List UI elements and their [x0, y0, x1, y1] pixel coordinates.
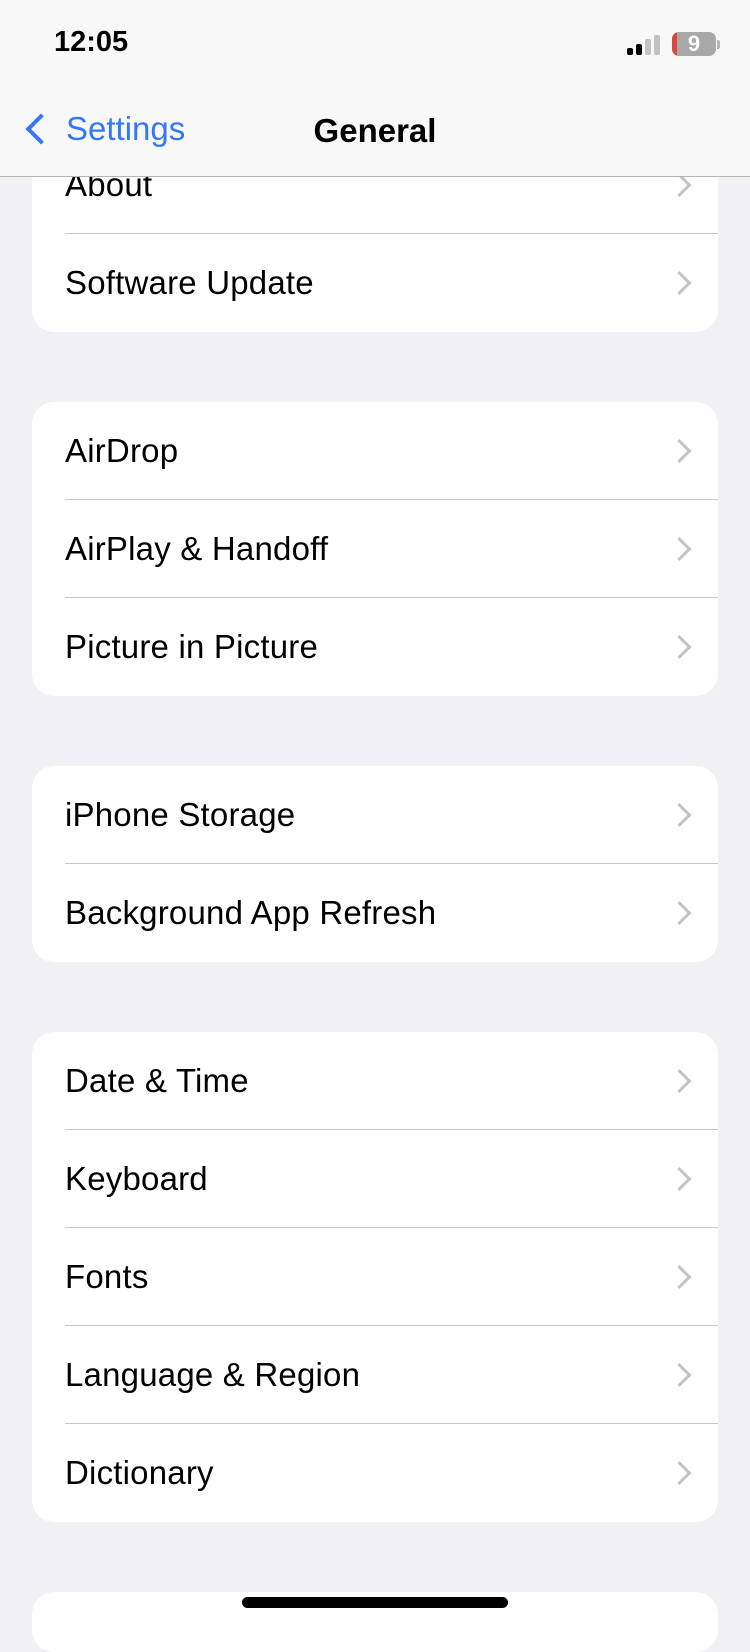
row-label: Dictionary: [65, 1454, 214, 1491]
row-label: Date & Time: [65, 1062, 249, 1099]
row-date-time[interactable]: Date & Time: [32, 1032, 718, 1130]
row-label: Picture in Picture: [65, 628, 319, 665]
page-title: General: [313, 112, 437, 149]
chevron-right-icon: [667, 270, 692, 296]
home-indicator[interactable]: [242, 1597, 508, 1608]
row-label: Background App Refresh: [65, 894, 437, 931]
chevron-right-icon: [667, 900, 692, 926]
chevron-right-icon: [667, 1264, 692, 1290]
row-airplay-handoff[interactable]: AirPlay & Handoff: [32, 500, 718, 598]
row-keyboard[interactable]: Keyboard: [32, 1130, 718, 1228]
chevron-right-icon: [667, 634, 692, 660]
cellular-signal-icon: [627, 35, 661, 55]
row-picture-in-picture[interactable]: Picture in Picture: [32, 598, 718, 696]
battery-cap: [717, 40, 720, 49]
row-fonts[interactable]: Fonts: [32, 1228, 718, 1326]
row-label: Fonts: [65, 1258, 149, 1295]
settings-list[interactable]: About Software Update AirDrop AirPlay & …: [0, 0, 750, 1652]
row-label: Software Update: [65, 264, 314, 301]
battery-level: 9: [687, 32, 701, 56]
chevron-right-icon: [667, 438, 692, 464]
row-iphone-storage[interactable]: iPhone Storage: [32, 766, 718, 864]
chevron-right-icon: [667, 1460, 692, 1486]
chevron-right-icon: [667, 536, 692, 562]
row-software-update[interactable]: Software Update: [32, 234, 718, 332]
status-time: 12:05: [54, 26, 129, 58]
row-background-app-refresh[interactable]: Background App Refresh: [32, 864, 718, 962]
navigation-bar: 12:05 9 Settings General: [0, 0, 750, 177]
row-language-region[interactable]: Language & Region: [32, 1326, 718, 1424]
row-label: AirPlay & Handoff: [65, 530, 329, 567]
battery-icon: 9: [672, 32, 716, 56]
row-label: Keyboard: [65, 1160, 208, 1197]
chevron-right-icon: [667, 802, 692, 828]
row-label: Language & Region: [65, 1356, 361, 1393]
row-dictionary[interactable]: Dictionary: [32, 1424, 718, 1522]
group-airdrop: AirDrop AirPlay & Handoff Picture in Pic…: [32, 402, 718, 696]
chevron-right-icon: [667, 1166, 692, 1192]
group-storage: iPhone Storage Background App Refresh: [32, 766, 718, 962]
chevron-right-icon: [667, 1362, 692, 1388]
row-label: AirDrop: [65, 432, 179, 469]
row-airdrop[interactable]: AirDrop: [32, 402, 718, 500]
group-date-language: Date & Time Keyboard Fonts Language & Re…: [32, 1032, 718, 1522]
chevron-right-icon: [667, 1068, 692, 1094]
row-label: iPhone Storage: [65, 796, 296, 833]
